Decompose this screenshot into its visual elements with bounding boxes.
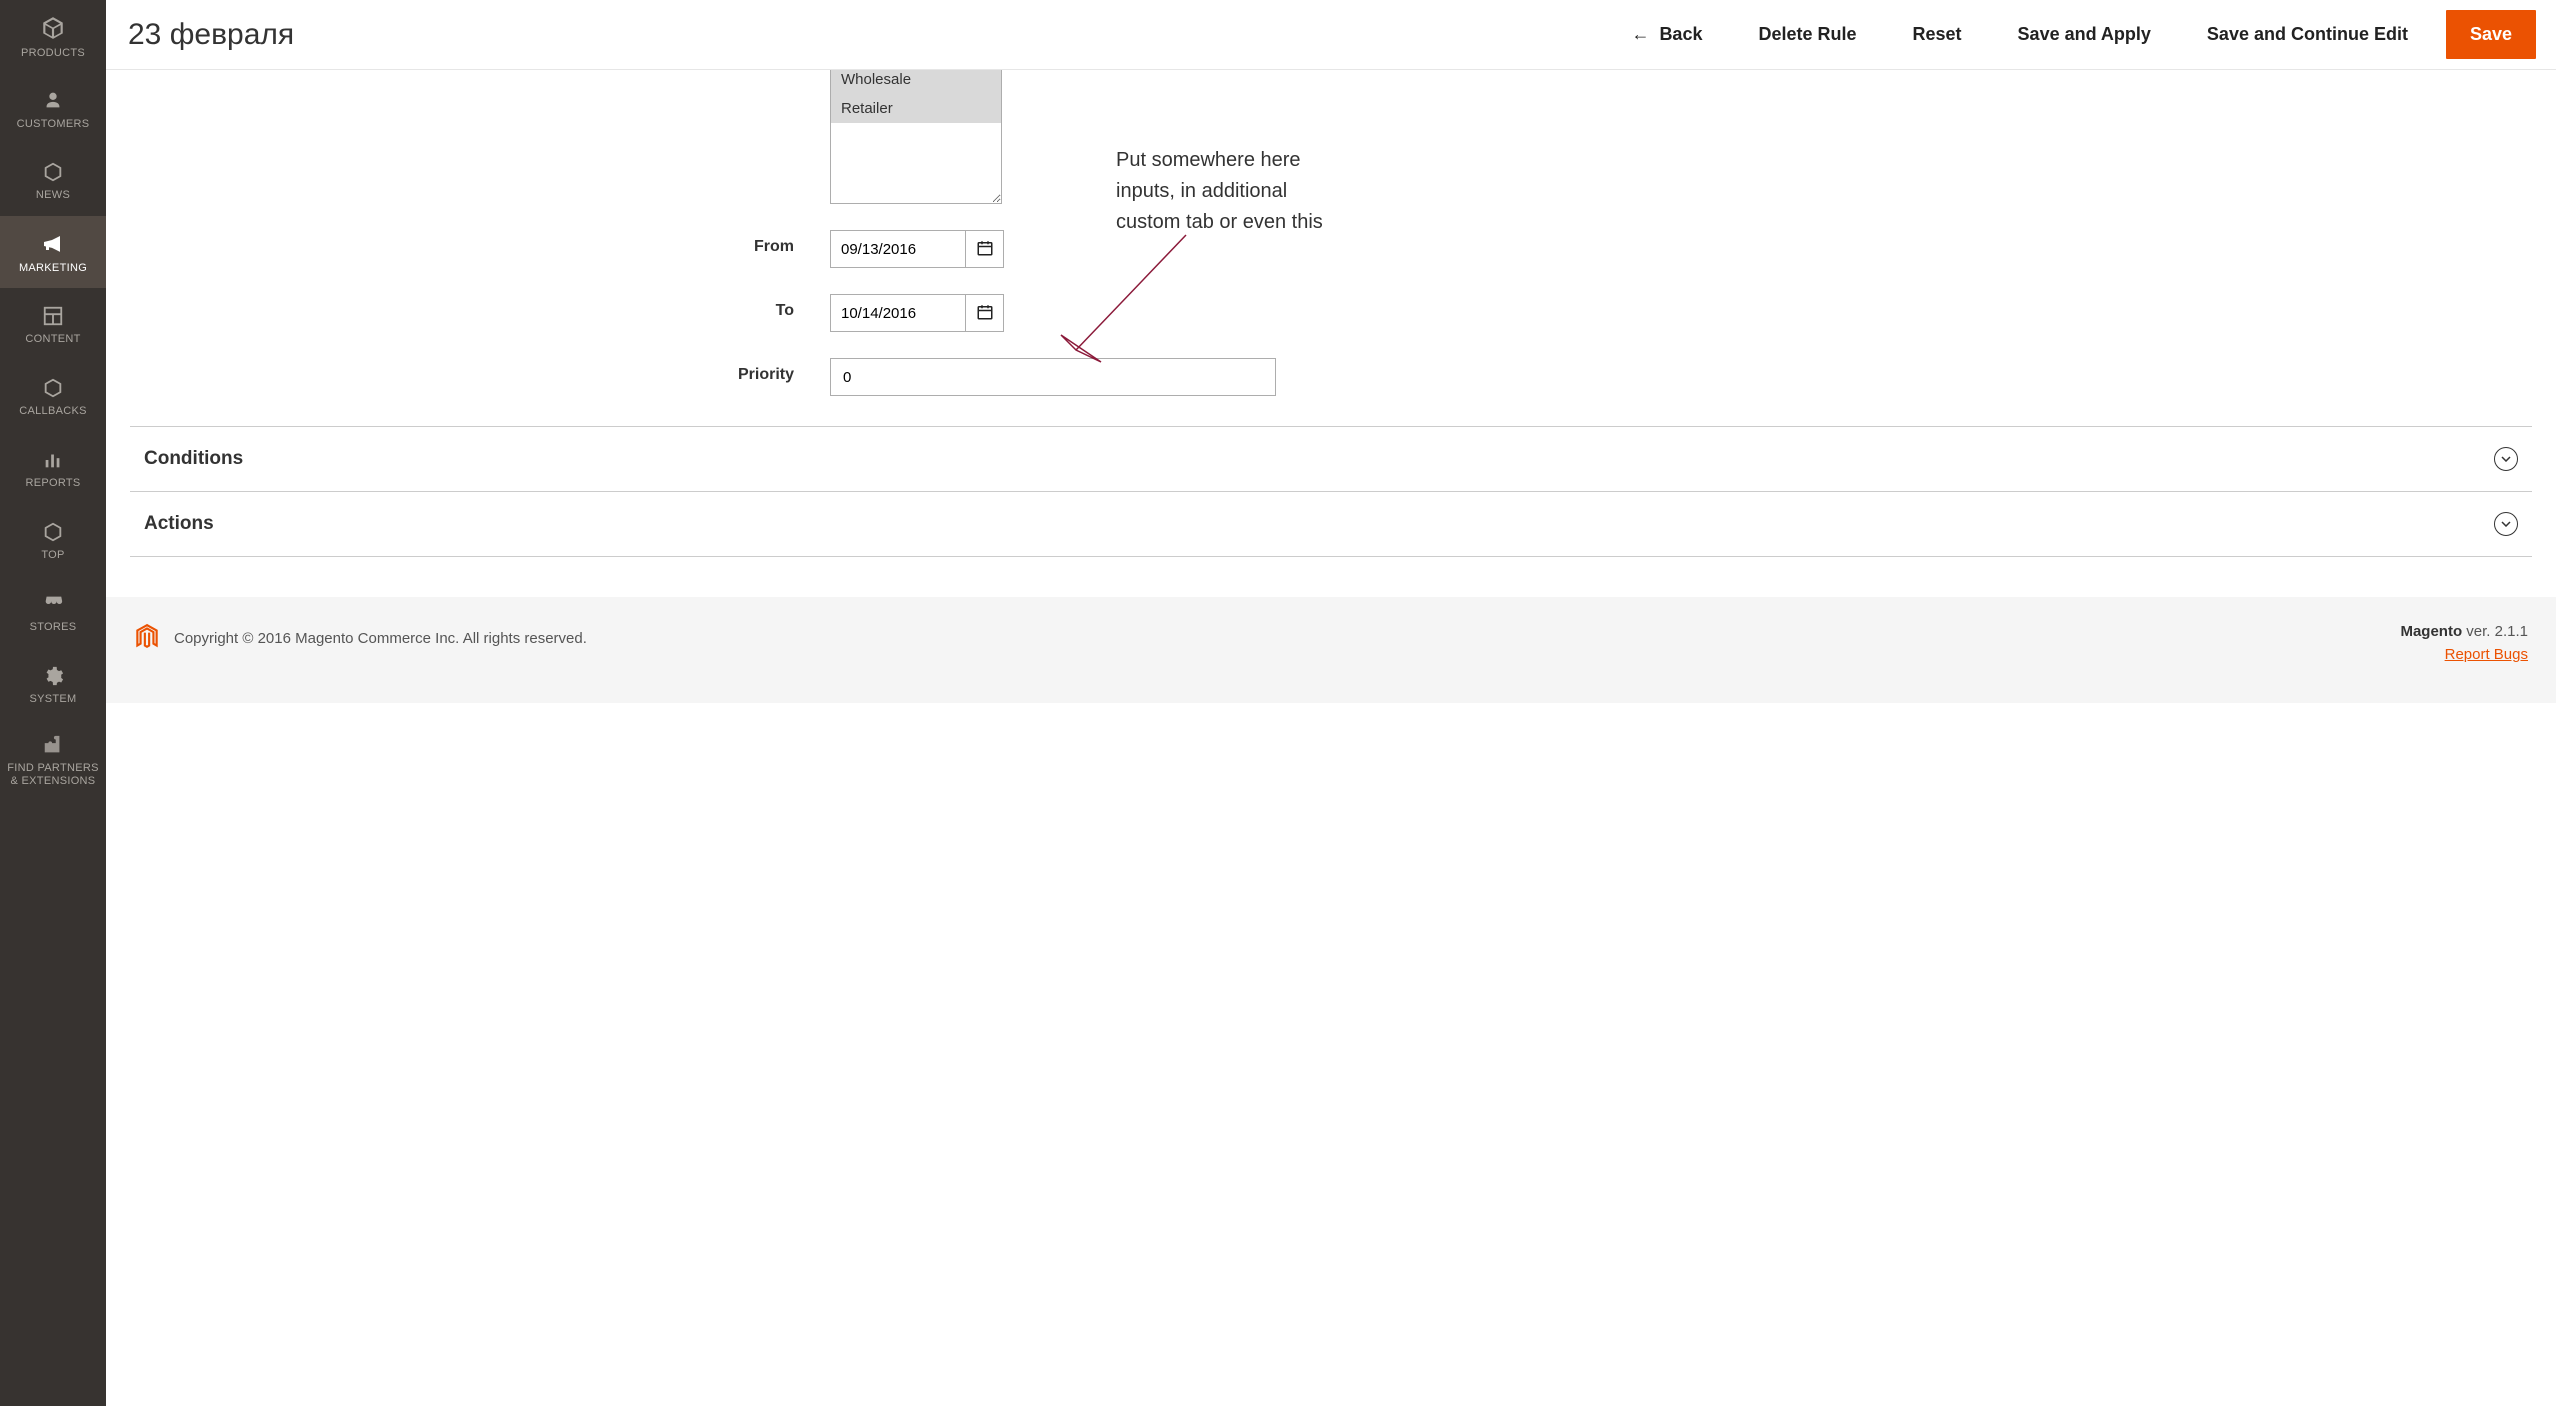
- to-date-picker-button[interactable]: [965, 295, 1003, 331]
- magento-logo-icon: [134, 623, 160, 653]
- from-date-picker-button[interactable]: [965, 231, 1003, 267]
- admin-sidebar: PRODUCTS CUSTOMERS NEWS MARKETING CONTEN…: [0, 0, 106, 1406]
- cube-icon: [40, 15, 66, 41]
- priority-label: Priority: [130, 358, 830, 384]
- layout-icon: [42, 305, 64, 327]
- sidebar-item-label: CUSTOMERS: [17, 118, 90, 131]
- annotation-text: Put somewhere here inputs, in additional…: [1116, 145, 1323, 238]
- sidebar-item-label: MARKETING: [19, 262, 87, 275]
- page-footer: Copyright © 2016 Magento Commerce Inc. A…: [106, 597, 2556, 703]
- sidebar-item-label: STORES: [30, 621, 77, 634]
- calendar-icon: [976, 303, 994, 324]
- gear-icon: [42, 665, 64, 687]
- priority-input[interactable]: [830, 358, 1276, 396]
- calendar-icon: [976, 239, 994, 260]
- customer-groups-select[interactable]: Wholesale Retailer: [830, 70, 1002, 204]
- footer-brand: Magento: [2400, 623, 2462, 640]
- sidebar-item-marketing[interactable]: MARKETING: [0, 216, 106, 288]
- conditions-section-title: Conditions: [144, 448, 243, 470]
- sidebar-item-reports[interactable]: REPORTS: [0, 432, 106, 504]
- sidebar-item-label: PRODUCTS: [21, 47, 85, 60]
- sidebar-item-products[interactable]: PRODUCTS: [0, 0, 106, 72]
- chevron-down-icon: [2494, 447, 2518, 471]
- sidebar-item-news[interactable]: NEWS: [0, 144, 106, 216]
- store-icon: [41, 593, 65, 615]
- conditions-section-toggle[interactable]: Conditions: [130, 427, 2532, 492]
- sidebar-item-label: NEWS: [36, 189, 70, 202]
- save-and-continue-button[interactable]: Save and Continue Edit: [2189, 14, 2426, 55]
- sidebar-item-customers[interactable]: CUSTOMERS: [0, 72, 106, 144]
- bar-chart-icon: [42, 449, 64, 471]
- save-button[interactable]: Save: [2446, 10, 2536, 59]
- page-title: 23 февраля: [128, 18, 294, 52]
- hexagon-icon: [42, 377, 64, 399]
- footer-version: ver. 2.1.1: [2462, 623, 2528, 640]
- actions-section-title: Actions: [144, 513, 214, 535]
- delete-rule-button[interactable]: Delete Rule: [1740, 14, 1874, 55]
- puzzle-icon: [41, 734, 65, 756]
- sidebar-item-label: CONTENT: [25, 333, 80, 346]
- hexagon-icon: [42, 521, 64, 543]
- sidebar-item-system[interactable]: SYSTEM: [0, 648, 106, 720]
- save-and-apply-button[interactable]: Save and Apply: [2000, 14, 2169, 55]
- sidebar-item-label: CALLBACKS: [19, 405, 87, 418]
- chevron-down-icon: [2494, 512, 2518, 536]
- actions-section-toggle[interactable]: Actions: [130, 492, 2532, 557]
- megaphone-icon: [41, 232, 65, 256]
- to-date-label: To: [130, 294, 830, 320]
- from-date-label: From: [130, 230, 830, 256]
- report-bugs-link[interactable]: Report Bugs: [2445, 646, 2528, 663]
- sidebar-item-content[interactable]: CONTENT: [0, 288, 106, 360]
- back-button[interactable]: ← Back: [1613, 14, 1720, 55]
- sidebar-item-callbacks[interactable]: CALLBACKS: [0, 360, 106, 432]
- sidebar-item-partners[interactable]: FIND PARTNERS & EXTENSIONS: [0, 720, 106, 799]
- from-date-input[interactable]: [831, 233, 965, 266]
- main-region: 23 февраля ← Back Delete Rule Reset Save…: [106, 0, 2556, 1406]
- sidebar-item-top[interactable]: TOP: [0, 504, 106, 576]
- select-option[interactable]: Wholesale: [831, 70, 1001, 94]
- person-icon: [42, 88, 64, 112]
- sidebar-item-stores[interactable]: STORES: [0, 576, 106, 648]
- hexagon-icon: [42, 161, 64, 183]
- select-option[interactable]: Retailer: [831, 94, 1001, 123]
- page-header: 23 февраля ← Back Delete Rule Reset Save…: [106, 0, 2556, 70]
- footer-copyright: Copyright © 2016 Magento Commerce Inc. A…: [174, 630, 587, 647]
- to-date-input[interactable]: [831, 297, 965, 330]
- sidebar-item-label: FIND PARTNERS & EXTENSIONS: [7, 762, 99, 787]
- back-button-label: Back: [1659, 24, 1702, 45]
- sidebar-item-label: SYSTEM: [29, 693, 76, 706]
- sidebar-item-label: TOP: [41, 549, 64, 562]
- sidebar-item-label: REPORTS: [25, 477, 80, 490]
- arrow-left-icon: ←: [1631, 24, 1649, 45]
- form-content: Wholesale Retailer From: [106, 70, 2556, 1406]
- reset-button[interactable]: Reset: [1895, 14, 1980, 55]
